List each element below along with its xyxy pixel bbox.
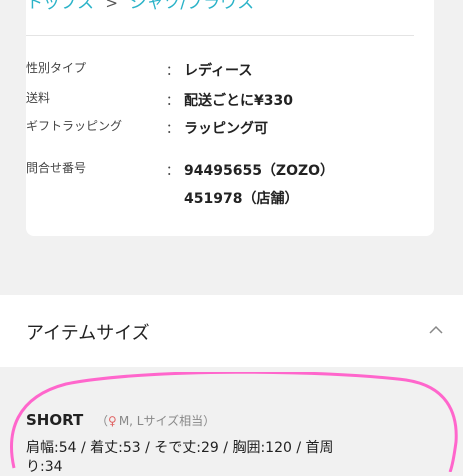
size-name: SHORT bbox=[26, 411, 84, 429]
person-icon: ♀ bbox=[108, 414, 117, 428]
divider bbox=[26, 35, 414, 36]
measurements-line: り:34 bbox=[26, 459, 63, 475]
info-value: 配送ごとに¥330 bbox=[184, 93, 293, 109]
size-detail: SHORT （♀ M, Lサイズ相当） 肩幅:54 / 着丈:53 / そで丈:2… bbox=[0, 367, 463, 475]
breadcrumb: トップス > シャツ/ブラウス bbox=[26, 0, 254, 16]
section-title: アイテムサイズ bbox=[26, 323, 150, 344]
info-label: ギフトラッピング bbox=[26, 119, 123, 133]
breadcrumb-item-shirts[interactable]: シャツ/ブラウス bbox=[129, 0, 254, 13]
info-value: 451978（店舗） bbox=[184, 191, 299, 207]
info-colon: ： bbox=[166, 94, 180, 109]
info-value: 94495655（ZOZO） bbox=[184, 163, 335, 179]
breadcrumb-separator: > bbox=[105, 0, 118, 12]
info-label: 性別タイプ bbox=[26, 61, 87, 75]
info-colon: ： bbox=[166, 164, 180, 179]
measurements-line: 肩幅:54 / 着丈:53 / そで丈:29 / 胸囲:120 / 首周 bbox=[26, 440, 334, 456]
info-value: レディース bbox=[184, 63, 253, 79]
size-note-text: M, Lサイズ相当 bbox=[118, 414, 204, 428]
info-colon: ： bbox=[166, 122, 180, 137]
item-size-header[interactable]: アイテムサイズ bbox=[0, 295, 463, 367]
info-value: ラッピング可 bbox=[184, 121, 268, 137]
chevron-up-icon[interactable] bbox=[429, 323, 443, 337]
info-label: 問合せ番号 bbox=[26, 161, 87, 175]
breadcrumb-item-tops[interactable]: トップス bbox=[26, 0, 94, 13]
info-label: 送料 bbox=[26, 91, 51, 105]
size-note: （♀ M, Lサイズ相当） bbox=[96, 414, 216, 428]
info-colon: ： bbox=[166, 64, 180, 79]
